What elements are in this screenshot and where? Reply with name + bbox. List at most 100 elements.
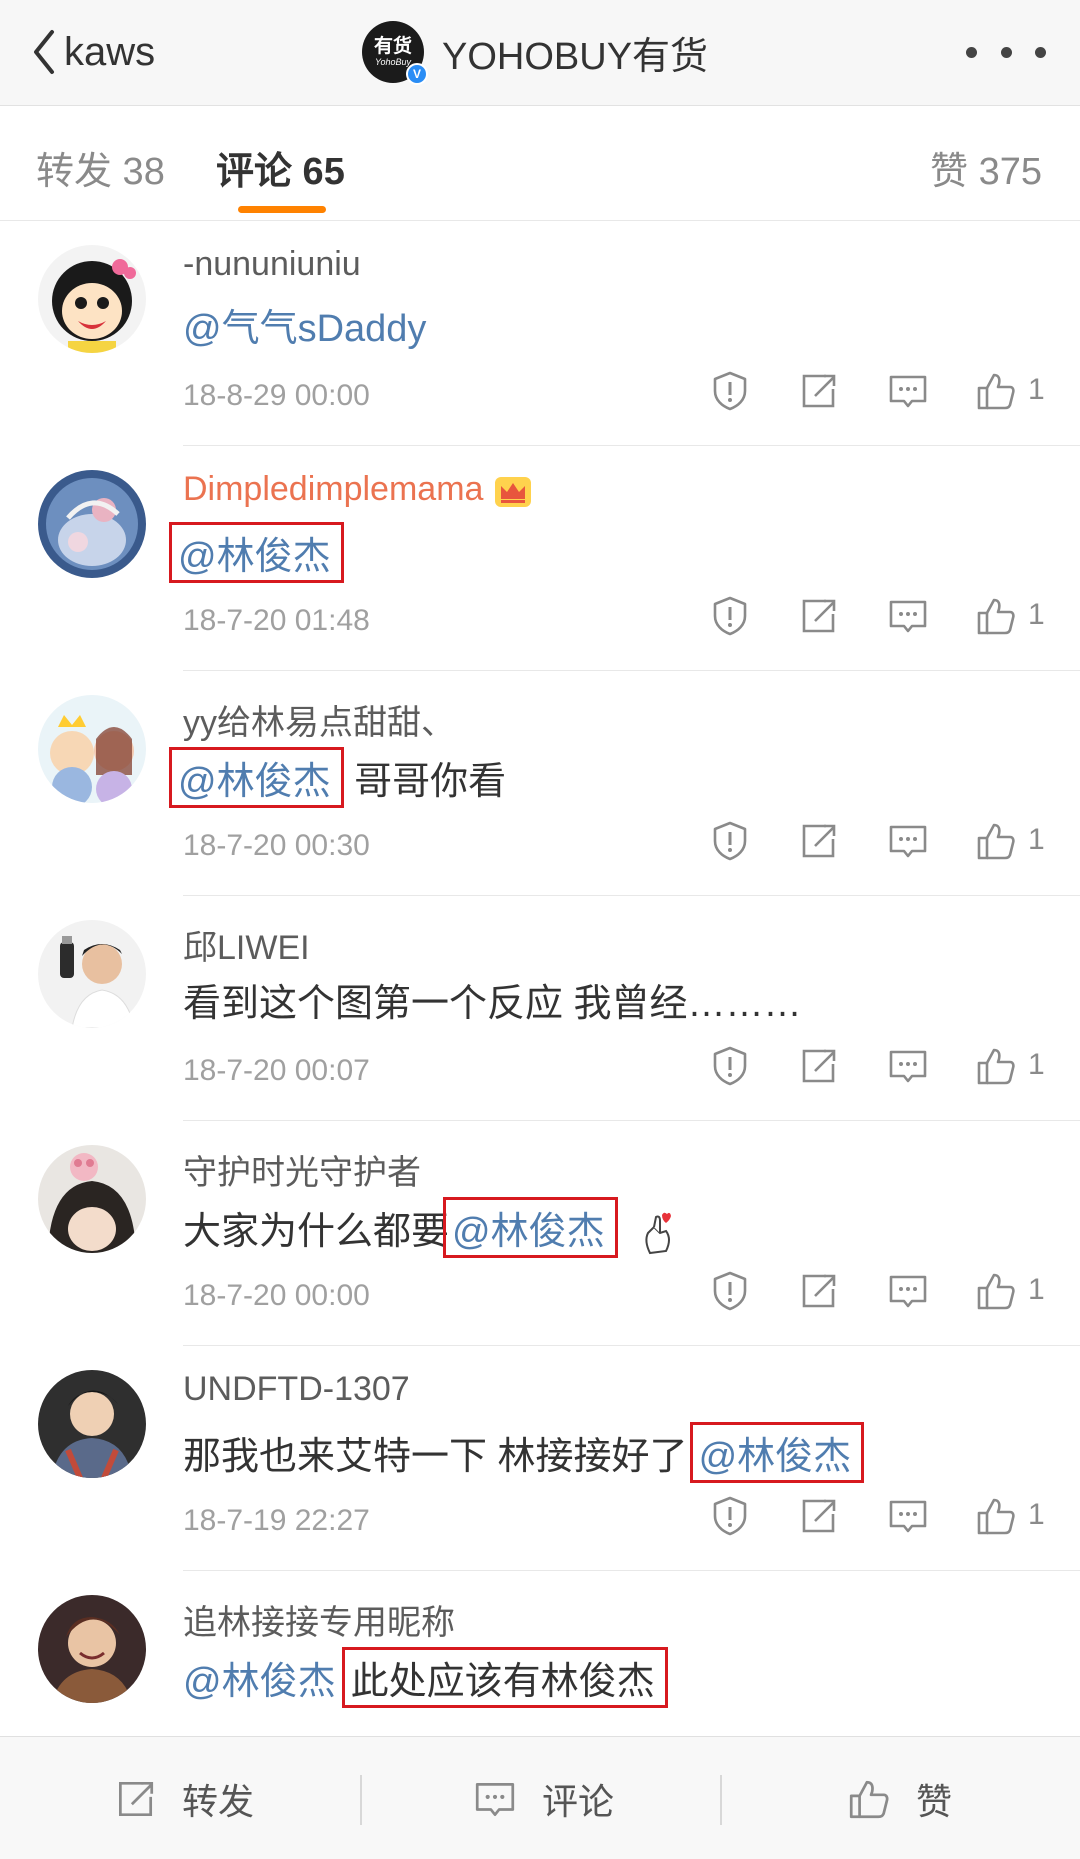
comment-item: 追林接接专用昵称 @林俊杰 此处应该有林俊杰 <box>0 1571 1080 1736</box>
mention-link[interactable]: @气气sDaddy <box>183 308 426 350</box>
comment-date: 18-8-29 00:00 <box>183 379 370 412</box>
avatar[interactable] <box>38 470 146 578</box>
comment-body: 哥哥你看 <box>343 761 507 803</box>
more-dots-icon[interactable] <box>966 42 1046 62</box>
comment-text: 大家为什么都要@林俊杰 <box>183 1197 674 1258</box>
report-icon[interactable] <box>708 1494 752 1538</box>
account-header[interactable]: 有货 YohoBuy V YOHOBUY有货 <box>362 14 708 90</box>
account-name: YOHOBUY有货 <box>442 35 709 78</box>
tab-likes[interactable]: 赞 375 <box>930 140 1042 195</box>
report-icon[interactable] <box>708 1269 752 1313</box>
comment-date: 18-7-19 22:27 <box>183 1504 370 1537</box>
nav-bar: kaws 有货 YohoBuy V YOHOBUY有货 <box>0 0 1080 106</box>
comment-text: 那我也来艾特一下 林接接好了 @林俊杰 <box>183 1422 865 1483</box>
comment-actions: 1 <box>708 1494 1068 1544</box>
back-button[interactable]: kaws <box>28 22 155 82</box>
comment-username[interactable]: UNDFTD-1307 <box>183 1370 410 1409</box>
comment-item: UNDFTD-1307 那我也来艾特一下 林接接好了 @林俊杰 18-7-19 2… <box>0 1346 1080 1571</box>
comment-label: 评论 <box>542 1780 615 1822</box>
like-label: 赞 <box>916 1780 953 1822</box>
report-icon[interactable] <box>708 594 752 638</box>
chevron-left-icon <box>34 30 54 74</box>
comment-actions: 1 <box>708 1044 1068 1094</box>
back-label: kaws <box>64 29 156 74</box>
comment-actions: 1 <box>708 594 1068 644</box>
thumbs-up-icon <box>846 1776 892 1822</box>
comment-username[interactable]: 守护时光守护者 <box>183 1145 421 1194</box>
repost-button[interactable]: 转发 <box>112 1737 254 1859</box>
thumbs-up-icon[interactable] <box>974 369 1018 413</box>
mention-link[interactable]: @林俊杰 <box>169 522 344 583</box>
comment-text: @林俊杰 此处应该有林俊杰 <box>183 1647 668 1708</box>
reply-icon[interactable] <box>886 1044 930 1088</box>
tab-comments[interactable]: 评论 65 <box>216 140 345 195</box>
share-icon[interactable] <box>796 1269 840 1313</box>
brand-logo: 有货 YohoBuy V <box>362 21 428 85</box>
avatar[interactable] <box>38 1595 146 1703</box>
like-count: 1 <box>1028 373 1045 406</box>
avatar[interactable] <box>38 1370 146 1478</box>
share-icon[interactable] <box>796 1494 840 1538</box>
avatar[interactable] <box>38 695 146 803</box>
reply-icon[interactable] <box>886 1494 930 1538</box>
mention-link[interactable]: @林俊杰 <box>183 1661 336 1703</box>
tab-reposts[interactable]: 转发 38 <box>36 140 165 195</box>
comment-actions: 1 <box>708 1269 1068 1319</box>
comment-username[interactable]: Dimpledimplemama <box>183 470 533 509</box>
reply-icon <box>472 1776 518 1822</box>
comment-actions: 1 <box>708 369 1068 419</box>
mention-link[interactable]: @林俊杰 <box>689 1422 865 1483</box>
report-icon[interactable] <box>708 819 752 863</box>
comment-item: Dimpledimplemama @林俊杰 18-7-20 01:48 1 <box>0 446 1080 671</box>
comment-username[interactable]: yy给林易点甜甜、 <box>183 695 455 744</box>
share-icon[interactable] <box>796 819 840 863</box>
comment-item: -nununiuniu @气气sDaddy 18-8-29 00:00 1 <box>0 221 1080 446</box>
comment-item: 守护时光守护者 大家为什么都要@林俊杰 18-7-20 00:00 1 <box>0 1121 1080 1346</box>
reply-icon[interactable] <box>886 819 930 863</box>
like-count: 1 <box>1028 1048 1045 1081</box>
comment-username[interactable]: 邱LIWEI <box>183 920 310 969</box>
like-button[interactable]: 赞 <box>846 1737 952 1859</box>
thumbs-up-icon[interactable] <box>974 1494 1018 1538</box>
report-icon[interactable] <box>708 1044 752 1088</box>
comment-date: 18-7-20 00:07 <box>183 1054 370 1087</box>
report-icon[interactable] <box>708 369 752 413</box>
thumbs-up-icon[interactable] <box>974 594 1018 638</box>
comment-body: 此处应该有林俊杰 <box>341 1647 668 1708</box>
heart-hand-icon <box>645 1212 671 1255</box>
repost-label: 转发 <box>182 1780 255 1822</box>
avatar[interactable] <box>38 245 146 353</box>
avatar[interactable] <box>38 920 146 1028</box>
reply-icon[interactable] <box>886 369 930 413</box>
reply-icon[interactable] <box>886 1269 930 1313</box>
like-count: 1 <box>1028 1498 1045 1531</box>
tab-bar: 转发 38 评论 65 赞 375 <box>0 106 1080 221</box>
divider <box>720 1775 722 1825</box>
comment-body: 大家为什么都要 <box>183 1211 450 1253</box>
comment-item: yy给林易点甜甜、 @林俊杰 哥哥你看 18-7-20 00:30 1 <box>0 671 1080 896</box>
comment-username[interactable]: 追林接接专用昵称 <box>183 1595 455 1644</box>
avatar[interactable] <box>38 1145 146 1253</box>
like-count: 1 <box>1028 1273 1045 1306</box>
verified-badge: V <box>406 63 428 85</box>
thumbs-up-icon[interactable] <box>974 1269 1018 1313</box>
mention-link[interactable]: @林俊杰 <box>169 747 344 808</box>
active-tab-indicator <box>238 206 326 213</box>
comment-date: 18-7-20 01:48 <box>183 604 370 637</box>
comment-body: 看到这个图第一个反应 我曾经……… <box>183 983 802 1025</box>
bottom-action-bar: 转发 评论 赞 <box>0 1736 1080 1859</box>
comment-username[interactable]: -nununiuniu <box>183 245 361 284</box>
share-icon[interactable] <box>796 369 840 413</box>
comment-text: @林俊杰 <box>169 522 344 583</box>
comment-button[interactable]: 评论 <box>472 1737 614 1859</box>
thumbs-up-icon[interactable] <box>974 1044 1018 1088</box>
thumbs-up-icon[interactable] <box>974 819 1018 863</box>
reply-icon[interactable] <box>886 594 930 638</box>
username-text: Dimpledimplemama <box>183 470 484 508</box>
mention-link[interactable]: @林俊杰 <box>443 1197 618 1258</box>
share-icon[interactable] <box>796 1044 840 1088</box>
share-icon[interactable] <box>796 594 840 638</box>
crown-icon <box>495 477 532 508</box>
comment-date: 18-7-20 00:00 <box>183 1279 370 1312</box>
brand-logo-text: 有货 <box>373 35 412 57</box>
